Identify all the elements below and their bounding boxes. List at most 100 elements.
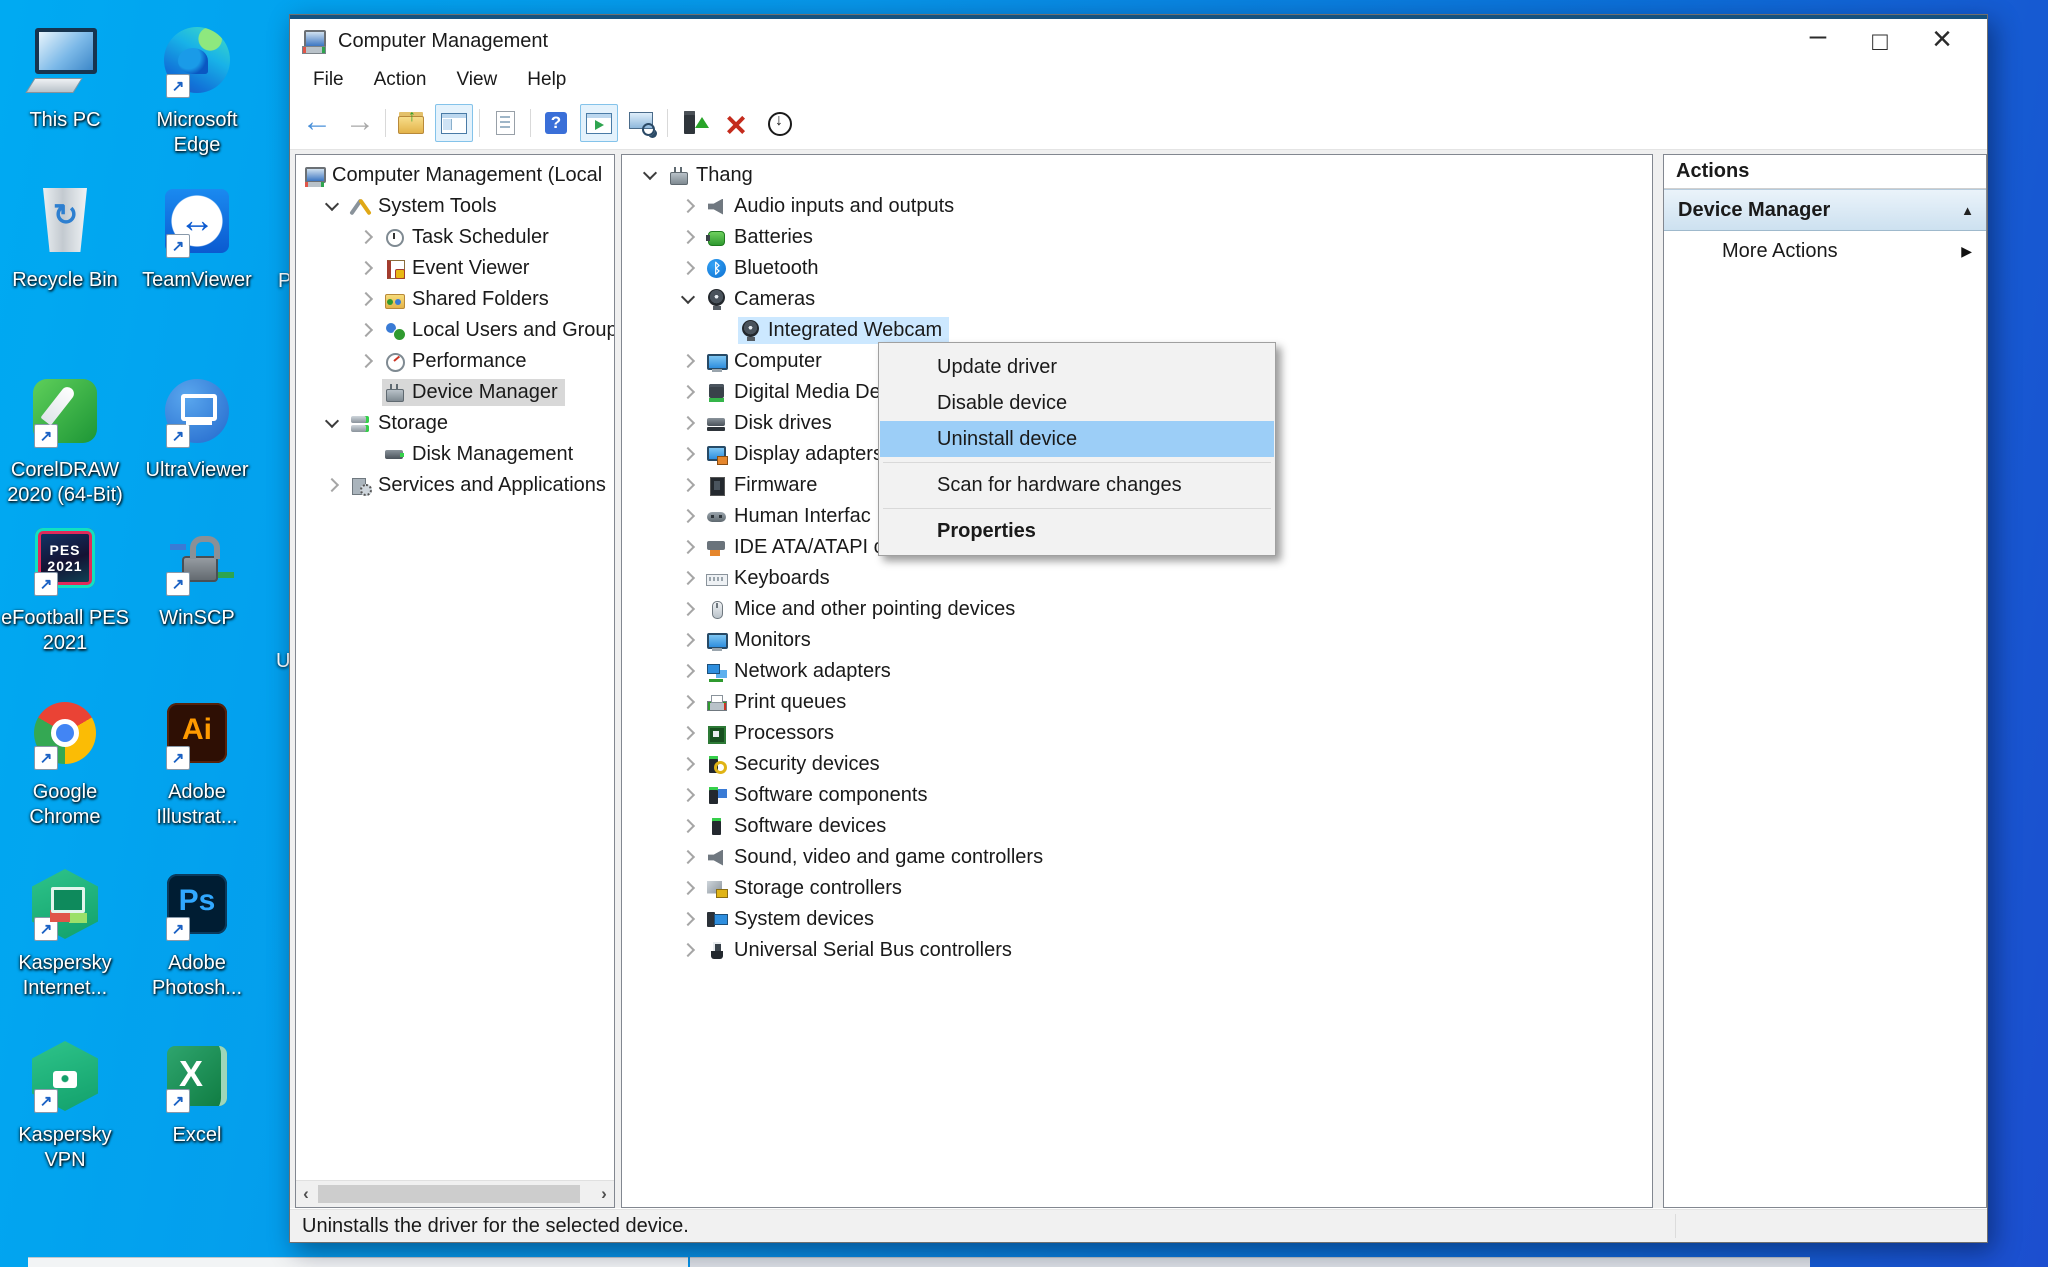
toolbar-button[interactable] <box>760 104 798 142</box>
tree-item-body[interactable]: Performance <box>382 348 534 375</box>
toolbar-button[interactable] <box>435 104 473 142</box>
tree-item[interactable]: Performance <box>296 346 614 377</box>
tree-chevron-icon[interactable] <box>674 904 704 935</box>
tree-chevron-icon[interactable] <box>674 222 704 253</box>
tree-item[interactable]: Task Scheduler <box>296 222 614 253</box>
tree-chevron-icon[interactable] <box>674 470 704 501</box>
tree-item[interactable]: Storage <box>296 408 614 439</box>
device-item-body[interactable]: Computer <box>704 348 829 375</box>
tree-item-body[interactable]: Task Scheduler <box>382 224 556 251</box>
scroll-left-icon[interactable]: ‹ <box>296 1181 316 1207</box>
toolbar-button[interactable] <box>384 108 387 138</box>
tree-chevron-icon[interactable] <box>674 718 704 749</box>
tree-chevron-icon[interactable] <box>636 160 666 191</box>
device-item-body[interactable]: Software components <box>704 782 934 809</box>
tree-chevron-icon[interactable] <box>352 439 382 470</box>
tree-chevron-icon[interactable] <box>674 563 704 594</box>
toolbar-button[interactable] <box>478 108 481 138</box>
window-control-button[interactable] <box>1849 21 1911 61</box>
desktop-icon[interactable]: ↗ Kaspersky Internet... <box>2 865 128 1001</box>
desktop-icon[interactable]: ↗ CorelDRAW 2020 (64-Bit) <box>2 372 128 508</box>
device-item-body[interactable]: Monitors <box>704 627 818 654</box>
device-item-body[interactable]: Processors <box>704 720 841 747</box>
tree-chevron-icon[interactable] <box>674 935 704 966</box>
tree-chevron-icon[interactable] <box>674 439 704 470</box>
tree-chevron-icon[interactable] <box>674 253 704 284</box>
context-menu-item[interactable]: Update driver <box>880 349 1274 385</box>
desktop-icon[interactable]: ↗ WinSCP <box>134 520 260 631</box>
device-item-body[interactable]: Thang <box>666 162 760 189</box>
device-tree-item[interactable]: Monitors <box>622 625 1652 656</box>
tree-chevron-icon[interactable] <box>674 346 704 377</box>
tree-chevron-icon[interactable] <box>674 842 704 873</box>
tree-item-body[interactable]: Computer Management (Local <box>302 162 609 189</box>
actions-group-device-manager[interactable]: Device Manager ▲ <box>1664 189 1986 231</box>
device-item-body[interactable]: Network adapters <box>704 658 898 685</box>
device-tree-item[interactable]: Sound, video and game controllers <box>622 842 1652 873</box>
device-item-body[interactable]: Digital Media De <box>704 379 888 406</box>
toolbar-button[interactable] <box>580 104 618 142</box>
tree-chevron-icon[interactable] <box>674 408 704 439</box>
device-tree-item[interactable]: Storage controllers <box>622 873 1652 904</box>
device-item-body[interactable]: Keyboards <box>704 565 837 592</box>
device-item-body[interactable]: Audio inputs and outputs <box>704 193 961 220</box>
device-item-body[interactable]: Storage controllers <box>704 875 909 902</box>
menu-item[interactable]: File <box>298 64 359 96</box>
desktop-icon[interactable]: ↗ Google Chrome <box>2 694 128 830</box>
device-item-body[interactable]: Print queues <box>704 689 853 716</box>
tree-chevron-icon[interactable] <box>352 284 382 315</box>
toolbar-button[interactable] <box>623 104 661 142</box>
context-menu-item[interactable]: Uninstall device <box>880 421 1274 457</box>
tree-chevron-icon[interactable] <box>352 315 382 346</box>
context-menu-item[interactable]: Properties <box>880 513 1274 549</box>
device-tree-item[interactable]: Network adapters <box>622 656 1652 687</box>
menu-item[interactable]: Action <box>359 64 442 96</box>
tree-chevron-icon[interactable] <box>318 191 348 222</box>
device-tree-item[interactable]: Mice and other pointing devices <box>622 594 1652 625</box>
desktop-icon[interactable]: ↗ UltraViewer <box>134 372 260 483</box>
device-tree-item[interactable]: System devices <box>622 904 1652 935</box>
tree-item[interactable]: Shared Folders <box>296 284 614 315</box>
device-item-body[interactable]: Mice and other pointing devices <box>704 596 1022 623</box>
device-item-body[interactable]: Firmware <box>704 472 824 499</box>
toolbar-button[interactable] <box>537 104 575 142</box>
scrollbar-thumb[interactable] <box>318 1185 580 1203</box>
context-menu-item[interactable] <box>880 503 1274 513</box>
tree-chevron-icon[interactable] <box>674 625 704 656</box>
device-item-body[interactable]: Bluetooth <box>704 255 826 282</box>
device-tree-item[interactable]: Batteries <box>622 222 1652 253</box>
tree-chevron-icon[interactable] <box>674 501 704 532</box>
toolbar-button[interactable] <box>674 104 712 142</box>
toolbar-button[interactable] <box>486 104 524 142</box>
device-tree-item[interactable]: Audio inputs and outputs <box>622 191 1652 222</box>
device-item-body[interactable]: Human Interfac <box>704 503 878 530</box>
desktop-icon[interactable]: ↗ Excel <box>134 1037 260 1148</box>
toolbar-button[interactable] <box>298 104 336 142</box>
tree-chevron-icon[interactable] <box>674 780 704 811</box>
device-item-body[interactable]: Sound, video and game controllers <box>704 844 1050 871</box>
tree-item[interactable]: Event Viewer <box>296 253 614 284</box>
desktop-icon[interactable]: ↗ Kaspersky VPN <box>2 1037 128 1173</box>
arrow-right-icon[interactable]: ▶ <box>1961 243 1972 260</box>
desktop-icon[interactable]: ↗ Recycle Bin <box>2 182 128 293</box>
device-tree-item[interactable]: Thang <box>622 160 1652 191</box>
device-item-body[interactable]: Batteries <box>704 224 820 251</box>
tree-chevron-icon[interactable] <box>352 253 382 284</box>
scroll-right-icon[interactable]: › <box>594 1181 614 1207</box>
tree-item-body[interactable]: Shared Folders <box>382 286 556 313</box>
window-control-button[interactable] <box>1787 21 1849 61</box>
device-item-body[interactable]: Disk drives <box>704 410 839 437</box>
toolbar-button[interactable] <box>529 108 532 138</box>
device-item-body[interactable]: Display adapters <box>704 441 890 468</box>
device-tree-item[interactable]: Software devices <box>622 811 1652 842</box>
tree-chevron-icon[interactable] <box>674 191 704 222</box>
window-control-button[interactable] <box>1911 21 1973 61</box>
device-tree-item[interactable]: Keyboards <box>622 563 1652 594</box>
toolbar-button[interactable] <box>666 108 669 138</box>
device-tree-item[interactable]: Security devices <box>622 749 1652 780</box>
device-tree-item[interactable]: Universal Serial Bus controllers <box>622 935 1652 966</box>
device-tree-item[interactable]: Print queues <box>622 687 1652 718</box>
context-menu-item[interactable] <box>880 457 1274 467</box>
tree-chevron-icon[interactable] <box>674 656 704 687</box>
tree-item[interactable]: Device Manager <box>296 377 614 408</box>
